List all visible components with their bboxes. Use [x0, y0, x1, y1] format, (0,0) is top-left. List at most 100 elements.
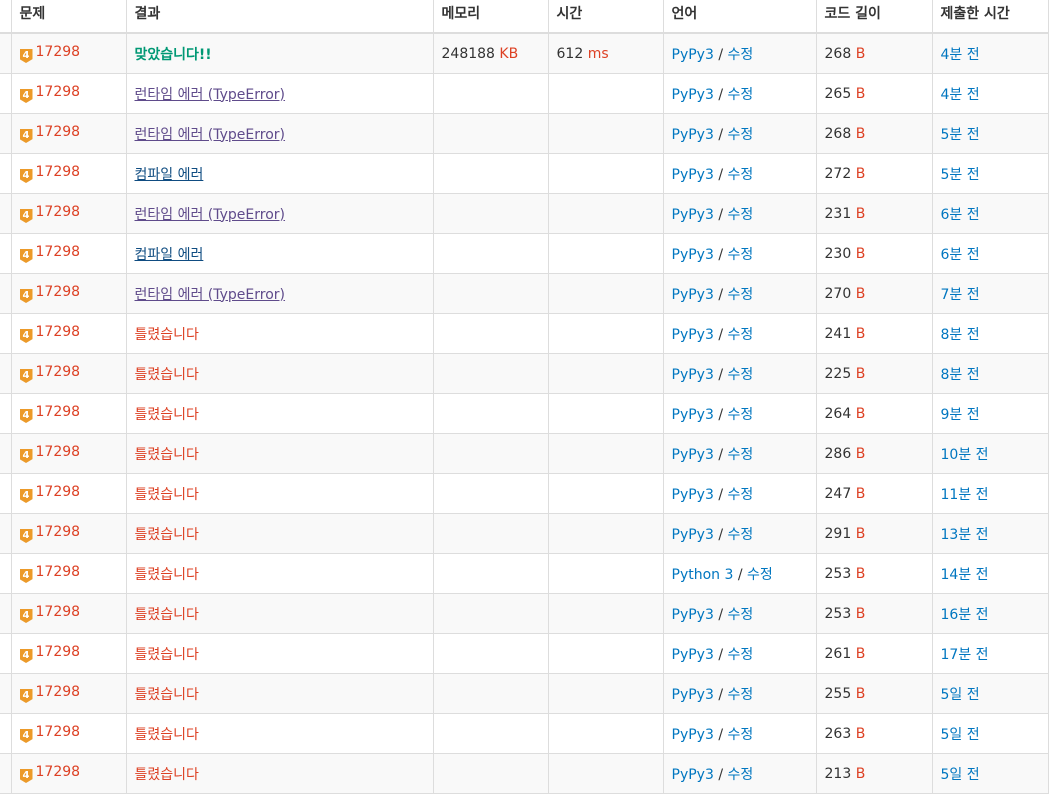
result-text[interactable]: 틀렸습니다 — [135, 327, 199, 343]
language-link[interactable]: PyPy3 — [672, 487, 714, 503]
problem-link[interactable]: 17298 — [36, 564, 81, 580]
result-text[interactable]: 런타임 에러 (TypeError) — [135, 127, 286, 143]
submitted-time-link[interactable]: 5분 전 — [941, 127, 980, 143]
language-link[interactable]: PyPy3 — [672, 607, 714, 623]
language-link[interactable]: PyPy3 — [672, 527, 714, 543]
submitted-time-cell: 16분 전 — [931, 593, 1049, 634]
problem-link[interactable]: 17298 — [36, 644, 81, 660]
edit-link[interactable]: 수정 — [728, 687, 754, 703]
edit-link[interactable]: 수정 — [728, 87, 754, 103]
problem-link[interactable]: 17298 — [36, 404, 81, 420]
edit-link[interactable]: 수정 — [728, 447, 754, 463]
edit-link[interactable]: 수정 — [728, 167, 754, 183]
submitted-time-link[interactable]: 4분 전 — [941, 87, 980, 103]
problem-link[interactable]: 17298 — [36, 604, 81, 620]
edit-link[interactable]: 수정 — [728, 607, 754, 623]
result-text[interactable]: 런타임 에러 (TypeError) — [135, 207, 286, 223]
result-text[interactable]: 틀렸습니다 — [135, 407, 199, 423]
problem-link[interactable]: 17298 — [36, 684, 81, 700]
problem-link[interactable]: 17298 — [36, 164, 81, 180]
language-link[interactable]: PyPy3 — [672, 207, 714, 223]
edit-link[interactable]: 수정 — [728, 207, 754, 223]
problem-link[interactable]: 17298 — [36, 444, 81, 460]
language-link[interactable]: PyPy3 — [672, 127, 714, 143]
problem-link[interactable]: 17298 — [36, 724, 81, 740]
submitted-time-link[interactable]: 10분 전 — [941, 447, 989, 463]
result-text[interactable]: 틀렸습니다 — [135, 767, 199, 783]
problem-link[interactable]: 17298 — [36, 284, 81, 300]
edit-link[interactable]: 수정 — [728, 287, 754, 303]
header-code-length: 코드 길이 — [815, 0, 933, 34]
row-edge-cell — [0, 32, 12, 74]
language-link[interactable]: PyPy3 — [672, 167, 714, 183]
result-text[interactable]: 런타임 에러 (TypeError) — [135, 287, 286, 303]
submitted-time-link[interactable]: 5분 전 — [941, 167, 980, 183]
submitted-time-link[interactable]: 9분 전 — [941, 407, 980, 423]
language-link[interactable]: PyPy3 — [672, 767, 714, 783]
code-length-cell: 268 B — [815, 32, 933, 74]
submitted-time-link[interactable]: 8분 전 — [941, 367, 980, 383]
language-link[interactable]: PyPy3 — [672, 287, 714, 303]
edit-link[interactable]: 수정 — [728, 527, 754, 543]
edit-link[interactable]: 수정 — [728, 647, 754, 663]
language-link[interactable]: Python 3 — [672, 567, 734, 583]
problem-link[interactable]: 17298 — [36, 124, 81, 140]
submitted-time-link[interactable]: 7분 전 — [941, 287, 980, 303]
language-link[interactable]: PyPy3 — [672, 367, 714, 383]
result-text[interactable]: 틀렸습니다 — [135, 607, 199, 623]
submitted-time-link[interactable]: 5일 전 — [941, 727, 980, 743]
language-link[interactable]: PyPy3 — [672, 727, 714, 743]
submitted-time-link[interactable]: 6분 전 — [941, 207, 980, 223]
edit-link[interactable]: 수정 — [747, 567, 773, 583]
language-link[interactable]: PyPy3 — [672, 407, 714, 423]
edit-link[interactable]: 수정 — [728, 767, 754, 783]
problem-link[interactable]: 17298 — [36, 764, 81, 780]
problem-link[interactable]: 17298 — [36, 44, 81, 60]
problem-link[interactable]: 17298 — [36, 364, 81, 380]
result-text[interactable]: 틀렸습니다 — [135, 487, 199, 503]
edit-link[interactable]: 수정 — [728, 407, 754, 423]
problem-link[interactable]: 17298 — [36, 84, 81, 100]
result-text[interactable]: 틀렸습니다 — [135, 647, 199, 663]
language-link[interactable]: PyPy3 — [672, 447, 714, 463]
submitted-time-link[interactable]: 6분 전 — [941, 247, 980, 263]
submitted-time-link[interactable]: 14분 전 — [941, 567, 989, 583]
submitted-time-link[interactable]: 5일 전 — [941, 767, 980, 783]
submitted-time-link[interactable]: 5일 전 — [941, 687, 980, 703]
problem-link[interactable]: 17298 — [36, 524, 81, 540]
submitted-time-link[interactable]: 17분 전 — [941, 647, 989, 663]
submitted-time-link[interactable]: 4분 전 — [941, 47, 980, 63]
result-text[interactable]: 틀렸습니다 — [135, 687, 199, 703]
edit-link[interactable]: 수정 — [728, 247, 754, 263]
result-text[interactable]: 틀렸습니다 — [135, 367, 199, 383]
result-text[interactable]: 런타임 에러 (TypeError) — [135, 87, 286, 103]
result-text[interactable]: 틀렸습니다 — [135, 527, 199, 543]
result-text[interactable]: 틀렸습니다 — [135, 567, 199, 583]
language-link[interactable]: PyPy3 — [672, 47, 714, 63]
result-text[interactable]: 컴파일 에러 — [135, 247, 204, 263]
language-link[interactable]: PyPy3 — [672, 647, 714, 663]
edit-link[interactable]: 수정 — [728, 487, 754, 503]
result-text[interactable]: 틀렸습니다 — [135, 727, 199, 743]
edit-link[interactable]: 수정 — [728, 47, 754, 63]
submitted-time-link[interactable]: 8분 전 — [941, 327, 980, 343]
problem-link[interactable]: 17298 — [36, 204, 81, 220]
result-text[interactable]: 맞았습니다!! — [135, 47, 212, 63]
language-link[interactable]: PyPy3 — [672, 87, 714, 103]
submitted-time-link[interactable]: 16분 전 — [941, 607, 989, 623]
problem-link[interactable]: 17298 — [36, 484, 81, 500]
language-link[interactable]: PyPy3 — [672, 247, 714, 263]
edit-link[interactable]: 수정 — [728, 727, 754, 743]
submitted-time-link[interactable]: 11분 전 — [941, 487, 989, 503]
edit-link[interactable]: 수정 — [728, 367, 754, 383]
submitted-time-link[interactable]: 13분 전 — [941, 527, 989, 543]
problem-link[interactable]: 17298 — [36, 324, 81, 340]
problem-link[interactable]: 17298 — [36, 244, 81, 260]
language-link[interactable]: PyPy3 — [672, 687, 714, 703]
edit-link[interactable]: 수정 — [728, 127, 754, 143]
result-text[interactable]: 컴파일 에러 — [135, 167, 204, 183]
language-link[interactable]: PyPy3 — [672, 327, 714, 343]
language-cell: PyPy3 / 수정 — [662, 593, 817, 634]
result-text[interactable]: 틀렸습니다 — [135, 447, 199, 463]
edit-link[interactable]: 수정 — [728, 327, 754, 343]
